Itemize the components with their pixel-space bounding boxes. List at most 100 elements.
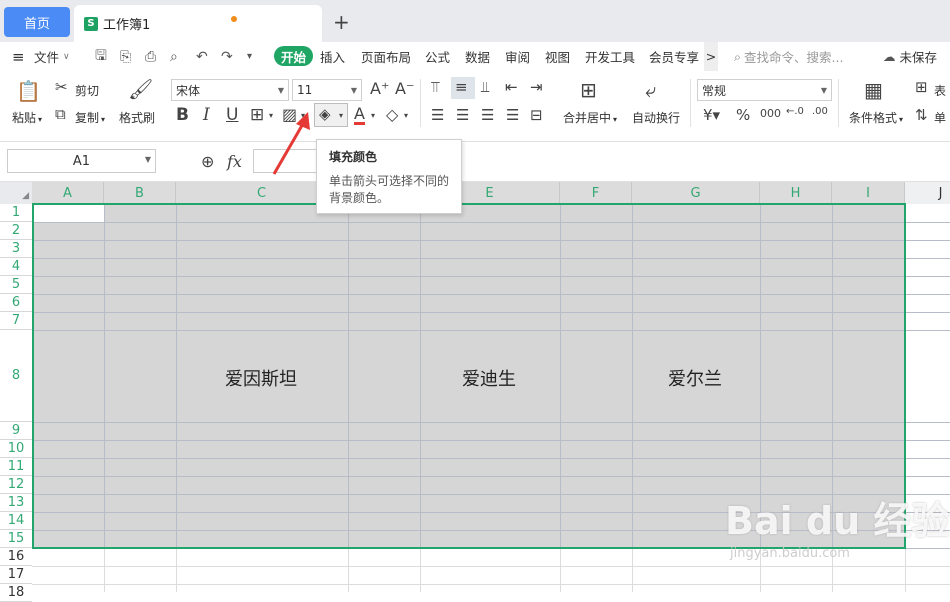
row-header-17[interactable]: 17 [0, 566, 32, 584]
unsaved-status[interactable]: ☁ 未保存 [883, 42, 937, 71]
fx-button[interactable]: fx [227, 154, 242, 170]
row-header-3[interactable]: 3 [0, 240, 32, 258]
redo-icon[interactable]: ↷ [221, 42, 233, 71]
bold-button[interactable]: B [176, 107, 189, 124]
italic-button[interactable]: I [203, 107, 210, 124]
export-icon[interactable]: ⎘ [120, 42, 131, 71]
row-header-16[interactable]: 16 [0, 548, 32, 566]
save-icon[interactable]: 🖫 [95, 42, 107, 71]
row-header-2[interactable]: 2 [0, 222, 32, 240]
row-header-7[interactable]: 7 [0, 312, 32, 330]
tab-home[interactable]: 首页 [4, 7, 70, 37]
conditional-format-icon[interactable]: ▦ [864, 80, 883, 100]
merge-center-icon[interactable]: ⊞ [580, 80, 597, 100]
row-header-15[interactable]: 15 [0, 530, 32, 548]
menu-start[interactable]: 开始 [274, 46, 314, 66]
wrap-text-button[interactable]: 自动换行 [632, 109, 680, 126]
justify-icon[interactable]: ☰ [506, 108, 519, 123]
undo-icon[interactable]: ↶ [196, 42, 208, 71]
number-format-select[interactable]: 常规 ▼ [697, 79, 832, 101]
row-header-10[interactable]: 10 [0, 440, 32, 458]
row-header-5[interactable]: 5 [0, 276, 32, 294]
cell-button[interactable]: 单 [934, 109, 946, 126]
font-color-icon[interactable]: A [354, 106, 365, 125]
conditional-format-button[interactable]: 条件格式 ▾ [849, 109, 903, 126]
font-size-select[interactable]: 11 ▼ [292, 79, 362, 101]
menu-file[interactable]: 文件 ∨ [34, 42, 70, 71]
row-header-13[interactable]: 13 [0, 494, 32, 512]
row-header-12[interactable]: 12 [0, 476, 32, 494]
table-style-icon[interactable]: ⊞ [915, 80, 928, 95]
copy-button[interactable]: 复制 ▾ [75, 109, 105, 126]
menu-more-button[interactable]: > [704, 42, 718, 71]
row-header-4[interactable]: 4 [0, 258, 32, 276]
zoom-icon[interactable]: ⊕ [201, 154, 214, 170]
column-header-i[interactable]: I [832, 182, 905, 204]
menu-page-layout[interactable]: 页面布局 [361, 42, 411, 71]
row-header-6[interactable]: 6 [0, 294, 32, 312]
align-left-icon[interactable]: ☰ [431, 108, 444, 123]
align-center-icon[interactable]: ☰ [456, 108, 469, 123]
column-header-a[interactable]: A [32, 182, 104, 204]
menu-developer[interactable]: 开发工具 [585, 42, 635, 71]
search-box[interactable]: ⌕ 查找命令、搜索... [734, 42, 843, 71]
menu-data[interactable]: 数据 [465, 42, 490, 71]
customize-dropdown-icon[interactable]: ▾ [247, 42, 252, 71]
name-box[interactable]: A1 ▼ [7, 149, 156, 173]
font-name-select[interactable]: 宋体 ▼ [171, 79, 289, 101]
clear-format-icon[interactable]: ◇ [386, 107, 398, 123]
menu-member[interactable]: 会员专享 [649, 42, 699, 71]
cell-g8[interactable]: 爱尔兰 [668, 365, 722, 391]
row-header-1[interactable]: 1 [0, 204, 32, 222]
new-tab-button[interactable]: + [333, 10, 350, 34]
thousands-button[interactable]: 000 [760, 108, 781, 119]
cell-e8[interactable]: 爱迪生 [462, 365, 516, 391]
copy-icon[interactable]: ⧉ [55, 107, 66, 122]
increase-decimal-icon[interactable]: ←.0 [786, 107, 804, 117]
menu-view[interactable]: 视图 [545, 42, 570, 71]
wrap-text-icon[interactable]: ⤶ [645, 80, 656, 100]
cell-icon[interactable]: ⇅ [915, 108, 928, 123]
print-icon[interactable]: ⎙ [145, 42, 156, 71]
currency-icon[interactable]: ¥▾ [703, 108, 720, 123]
distributed-icon[interactable]: ⊟ [530, 108, 543, 123]
tab-workbook[interactable]: S 工作簿1 [74, 5, 322, 42]
increase-font-icon[interactable]: A⁺ [370, 81, 389, 97]
align-top-icon[interactable]: ⫪ [431, 80, 439, 95]
chevron-down-icon[interactable]: ▾ [404, 112, 408, 120]
format-painter-button[interactable]: 格式刷 [119, 109, 155, 126]
row-header-11[interactable]: 11 [0, 458, 32, 476]
row-header-9[interactable]: 9 [0, 422, 32, 440]
row-header-18[interactable]: 18 [0, 584, 32, 602]
align-bottom-icon[interactable]: ⫫ [481, 80, 489, 95]
menu-insert[interactable]: 插入 [320, 42, 345, 71]
indent-decrease-icon[interactable]: ⇤ [505, 80, 518, 95]
menu-review[interactable]: 审阅 [505, 42, 530, 71]
underline-button[interactable]: U [226, 107, 238, 124]
menu-formula[interactable]: 公式 [425, 42, 450, 71]
paste-button[interactable]: 粘贴 ▾ [12, 109, 42, 126]
preview-icon[interactable]: ⌕ [170, 42, 178, 71]
align-right-icon[interactable]: ☰ [481, 108, 494, 123]
menu-icon[interactable]: ≡ [12, 42, 25, 71]
merge-center-button[interactable]: 合并居中 ▾ [563, 109, 617, 126]
cut-button[interactable]: 剪切 [75, 82, 99, 99]
row-header-8[interactable]: 8 [0, 330, 32, 422]
decrease-decimal-icon[interactable]: .00 [812, 107, 828, 117]
format-painter-icon[interactable]: 🖌 [128, 79, 153, 99]
border-icon[interactable]: ⊞ [250, 107, 264, 124]
select-all-corner[interactable]: ◢ [0, 182, 32, 204]
cut-icon[interactable]: ✂ [55, 80, 68, 95]
column-header-h[interactable]: H [760, 182, 832, 204]
indent-increase-icon[interactable]: ⇥ [530, 80, 543, 95]
column-header-b[interactable]: B [104, 182, 176, 204]
column-header-g[interactable]: G [632, 182, 760, 204]
percent-button[interactable]: % [736, 108, 750, 123]
table-style-button[interactable]: 表 [934, 82, 946, 99]
align-middle-icon[interactable]: ≡ [451, 77, 475, 99]
column-header-j[interactable]: J [905, 182, 950, 204]
chevron-down-icon[interactable]: ▾ [371, 112, 375, 120]
paste-icon[interactable]: 📋 [16, 81, 41, 101]
column-header-f[interactable]: F [560, 182, 632, 204]
row-header-14[interactable]: 14 [0, 512, 32, 530]
